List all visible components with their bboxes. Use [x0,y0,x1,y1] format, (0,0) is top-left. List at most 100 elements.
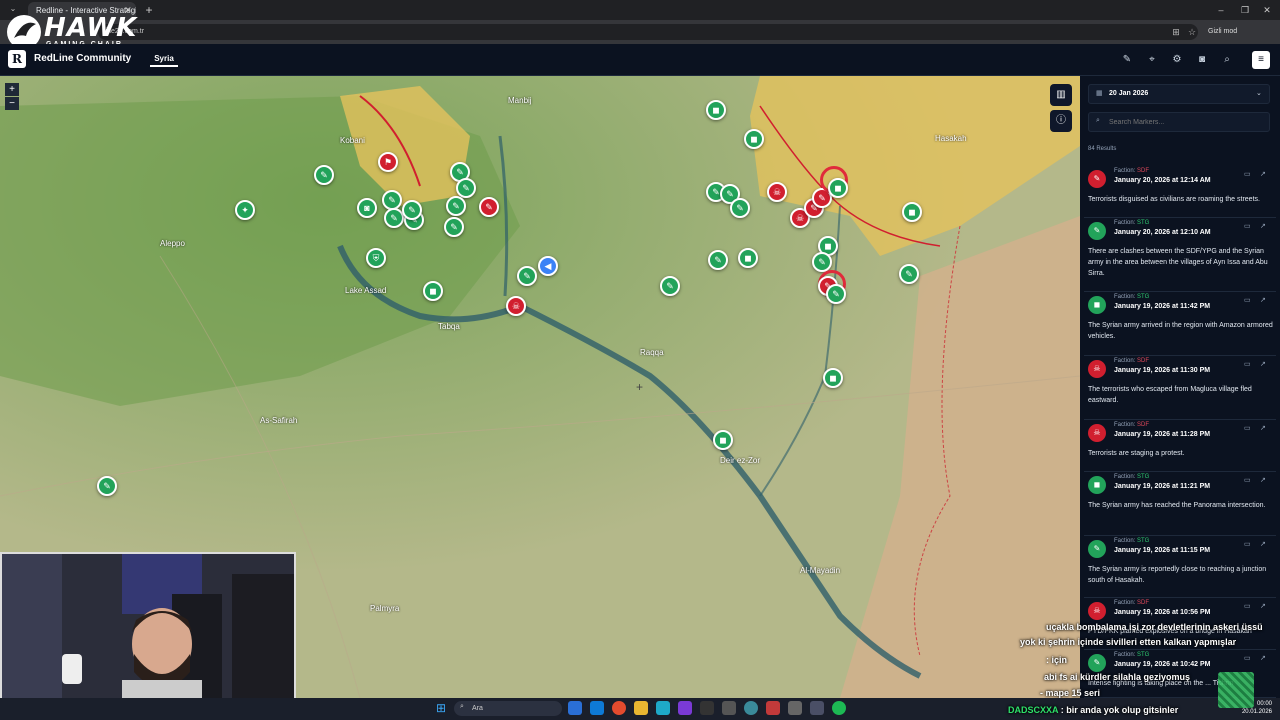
map-marker[interactable]: ✎ [826,284,846,304]
search-markers-input[interactable] [1088,112,1270,132]
event-time: January 19, 2026 at 11:28 PM [1114,431,1211,438]
pencil-icon[interactable]: ✎ [1120,53,1134,67]
map-marker[interactable]: ✎ [402,200,422,220]
map-marker[interactable]: ◀ [538,256,558,276]
video-icon[interactable]: ▭ [1244,170,1251,178]
zoom-in-button[interactable]: + [5,83,19,96]
map-marker[interactable]: ✎ [517,266,537,286]
event-item[interactable]: ◼ Faction: STG January 19, 2026 at 11:42… [1084,292,1276,356]
external-link-icon[interactable]: ↗ [1260,360,1266,368]
video-icon[interactable]: ▭ [1244,360,1251,368]
app-icon[interactable] [788,701,802,715]
map-marker[interactable]: ◼ [902,202,922,222]
map-marker[interactable]: ✎ [444,217,464,237]
bookmark-star-icon[interactable]: ☆ [1186,25,1198,39]
map-marker[interactable]: ✎ [660,276,680,296]
map-marker[interactable]: ◼ [738,248,758,268]
video-icon[interactable]: ▭ [1244,424,1251,432]
app-icon[interactable] [722,701,736,715]
search-icon[interactable]: ⌕ [1220,53,1234,67]
app-icon[interactable] [700,701,714,715]
chevron-down-icon[interactable]: ⌄ [1256,89,1262,97]
event-item[interactable]: ✎ Faction: STG January 19, 2026 at 11:15… [1084,536,1276,598]
app-header [0,44,1280,76]
url-field[interactable]: line24.com.tr [98,24,1198,40]
chrome-icon[interactable] [612,701,626,715]
new-tab-button[interactable]: + [142,3,156,17]
external-link-icon[interactable]: ↗ [1260,296,1266,304]
map-marker[interactable]: ◼ [713,430,733,450]
folder-icon[interactable] [634,701,648,715]
tab-syria[interactable]: Syria [150,51,178,67]
video-icon[interactable]: ▭ [1244,222,1251,230]
map-marker[interactable]: ◼ [423,281,443,301]
map-marker[interactable]: ☠ [767,182,787,202]
external-link-icon[interactable]: ↗ [1260,602,1266,610]
close-window-button[interactable]: ✕ [1256,2,1278,18]
external-link-icon[interactable]: ↗ [1260,424,1266,432]
external-link-icon[interactable]: ↗ [1260,654,1266,662]
event-item[interactable]: ☠ Faction: SDF January 19, 2026 at 11:30… [1084,356,1276,420]
map-marker[interactable]: ✎ [446,196,466,216]
date-select[interactable]: 20 Jan 2026 [1088,84,1270,104]
windows-start-icon[interactable]: ⊞ [434,701,448,715]
external-link-icon[interactable]: ↗ [1260,476,1266,484]
map-marker[interactable]: ◼ [828,178,848,198]
event-item[interactable]: ☠ Faction: SDF January 19, 2026 at 11:28… [1084,420,1276,472]
map-marker[interactable]: ✎ [456,178,476,198]
event-item[interactable]: ◼ Faction: STG January 19, 2026 at 11:21… [1084,472,1276,536]
video-icon[interactable]: ▭ [1244,654,1251,662]
app-icon[interactable] [810,701,824,715]
map-marker[interactable]: ◼ [706,100,726,120]
video-icon[interactable]: ▭ [1244,476,1251,484]
event-time: January 20, 2026 at 12:10 AM [1114,229,1211,236]
map-marker[interactable]: ◼ [744,129,764,149]
event-text: The terrorists who escaped from Magluca … [1088,386,1252,404]
map-marker[interactable]: ✎ [708,250,728,270]
map-marker[interactable]: ✎ [97,476,117,496]
map-marker[interactable]: ✎ [899,264,919,284]
map-marker[interactable]: ☠ [506,296,526,316]
camera-icon[interactable]: ◙ [1195,53,1209,67]
video-icon[interactable]: ▭ [1244,296,1251,304]
app-icon[interactable] [590,701,604,715]
map-marker[interactable]: ◙ [357,198,377,218]
place-label: Tabqa [438,322,460,331]
app-icon[interactable] [766,701,780,715]
map-layers-icon[interactable]: ▥ [1050,84,1072,106]
translate-icon[interactable]: ⊞ [1170,25,1182,39]
zoom-out-button[interactable]: − [5,97,19,110]
map-marker[interactable]: ⚑ [378,152,398,172]
event-item[interactable]: ✎ Faction: SDF January 20, 2026 at 12:14… [1084,166,1276,218]
map-marker[interactable]: ◼ [823,368,843,388]
map-marker[interactable]: ✎ [730,198,750,218]
map-marker[interactable]: ✎ [382,190,402,210]
video-icon[interactable]: ▭ [1244,602,1251,610]
app-icon[interactable] [744,701,758,715]
gear-icon[interactable]: ⚙ [1170,53,1184,67]
map-marker[interactable]: ✎ [384,208,404,228]
map-marker[interactable]: ✎ [812,252,832,272]
app-icon[interactable] [656,701,670,715]
spotify-icon[interactable] [832,701,846,715]
video-icon[interactable]: ▭ [1244,540,1251,548]
app-name[interactable]: RedLine Community [34,53,131,64]
minimize-button[interactable]: – [1210,2,1232,18]
external-link-icon[interactable]: ↗ [1260,222,1266,230]
maximize-button[interactable]: ❐ [1234,2,1256,18]
taskbar-search[interactable]: Ara [454,701,562,716]
pin-icon[interactable]: ⌖ [1145,53,1159,67]
app-icon[interactable] [568,701,582,715]
map-marker[interactable]: ✎ [479,197,499,217]
map-marker[interactable]: ⛨ [366,248,386,268]
app-logo[interactable]: R [8,50,26,68]
map-marker[interactable]: ✦ [235,200,255,220]
event-item[interactable]: ✎ Faction: STG January 20, 2026 at 12:10… [1084,218,1276,292]
menu-button[interactable]: ≡ [1252,51,1270,69]
external-link-icon[interactable]: ↗ [1260,540,1266,548]
info-icon[interactable]: ⓘ [1050,110,1072,132]
map-marker[interactable]: ✎ [314,165,334,185]
incognito-label[interactable]: Gizli mod [1208,25,1268,39]
app-icon[interactable] [678,701,692,715]
external-link-icon[interactable]: ↗ [1260,170,1266,178]
